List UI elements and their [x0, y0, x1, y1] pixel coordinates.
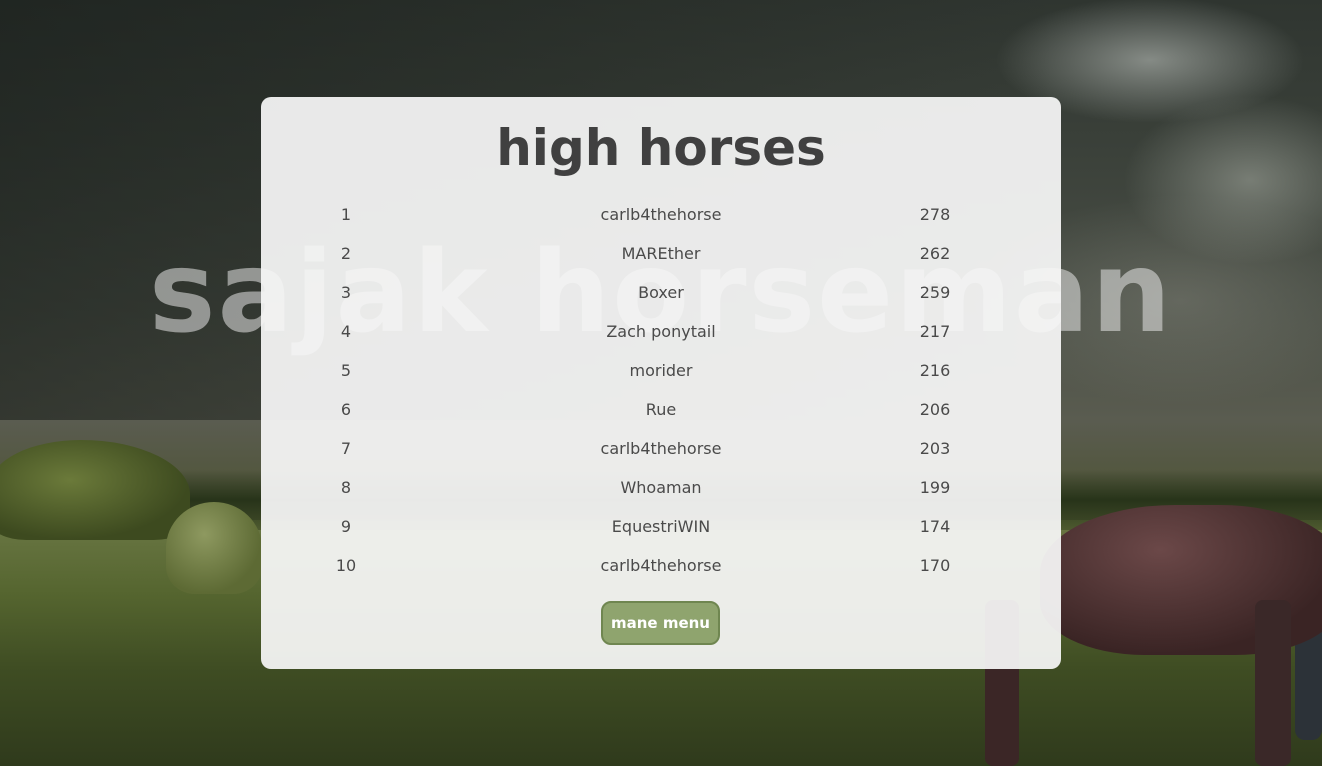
leaderboard-row: 4 Zach ponytail 217 [261, 312, 1061, 351]
player-name-cell: Whoaman [620, 478, 702, 497]
score-cell: 278 [919, 205, 951, 224]
score-cell: 217 [919, 322, 951, 341]
leaderboard-row: 6 Rue 206 [261, 390, 1061, 429]
mane-menu-button[interactable]: mane menu [601, 601, 720, 645]
rank-cell: 7 [340, 439, 352, 458]
player-name-cell: EquestriWIN [611, 517, 711, 536]
rank-cell: 9 [340, 517, 352, 536]
rank-cell: 2 [340, 244, 352, 263]
score-cell: 170 [919, 556, 951, 575]
background-trees [0, 440, 190, 540]
leaderboard-row: 10 carlb4thehorse 170 [261, 546, 1061, 585]
leaderboard-list: 1 carlb4thehorse 278 2 MAREther 262 3 Bo… [261, 195, 1061, 585]
player-name-cell: Rue [645, 400, 677, 419]
leaderboard-row: 7 carlb4thehorse 203 [261, 429, 1061, 468]
score-cell: 203 [919, 439, 951, 458]
rank-cell: 1 [340, 205, 352, 224]
rank-cell: 6 [340, 400, 352, 419]
player-name-cell: carlb4thehorse [600, 439, 722, 458]
score-cell: 206 [919, 400, 951, 419]
leaderboard-title: high horses [496, 119, 826, 177]
leaderboard-row: 9 EquestriWIN 174 [261, 507, 1061, 546]
score-cell: 216 [919, 361, 951, 380]
score-cell: 174 [919, 517, 951, 536]
leaderboard-row: 1 carlb4thehorse 278 [261, 195, 1061, 234]
score-cell: 259 [919, 283, 951, 302]
leaderboard-row: 8 Whoaman 199 [261, 468, 1061, 507]
player-name-cell: Boxer [638, 283, 684, 302]
player-name-cell: Zach ponytail [606, 322, 716, 341]
leaderboard-row: 3 Boxer 259 [261, 273, 1061, 312]
leaderboard-row: 5 morider 216 [261, 351, 1061, 390]
rank-cell: 8 [340, 478, 352, 497]
player-name-cell: carlb4thehorse [600, 556, 722, 575]
rank-cell: 5 [340, 361, 352, 380]
player-name-cell: morider [629, 361, 693, 380]
rank-cell: 3 [340, 283, 352, 302]
score-cell: 262 [919, 244, 951, 263]
rank-cell: 10 [335, 556, 357, 575]
score-cell: 199 [919, 478, 951, 497]
background-haystack [166, 502, 262, 594]
leaderboard-row: 2 MAREther 262 [261, 234, 1061, 273]
horse-leg [1255, 600, 1291, 766]
rank-cell: 4 [340, 322, 352, 341]
player-name-cell: MAREther [621, 244, 701, 263]
game-screen: sajak horseman high horses 1 carlb4theho… [0, 0, 1322, 766]
player-name-cell: carlb4thehorse [600, 205, 722, 224]
